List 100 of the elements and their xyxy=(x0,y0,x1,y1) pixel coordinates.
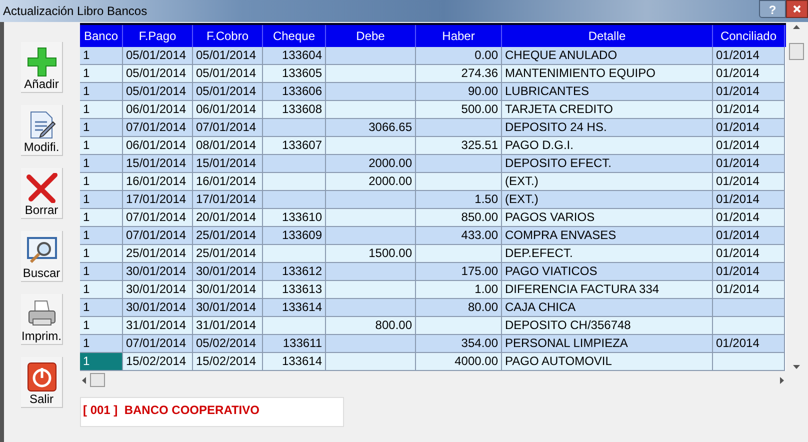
table-cell: 01/2014 xyxy=(713,65,785,83)
horizontal-scrollbar[interactable] xyxy=(80,371,786,389)
table-cell: 1 xyxy=(80,191,123,209)
table-cell: 1500.00 xyxy=(326,245,416,263)
toolbar-button[interactable]: Modifi. xyxy=(21,105,63,156)
table-cell: PAGO VIATICOS xyxy=(502,263,713,281)
table-cell: 15/01/2014 xyxy=(193,155,263,173)
table-cell: 274.36 xyxy=(416,65,502,83)
table-cell xyxy=(263,155,326,173)
table-cell: 01/2014 xyxy=(713,137,785,155)
table-cell: 133612 xyxy=(263,263,326,281)
table-cell: 30/01/2014 xyxy=(193,263,263,281)
table-cell: 15/02/2014 xyxy=(193,353,263,371)
table-cell: 2000.00 xyxy=(326,155,416,173)
table-cell: 1 xyxy=(80,317,123,335)
table-cell: 25/01/2014 xyxy=(123,245,193,263)
toolbar-button[interactable]: Buscar xyxy=(21,231,63,282)
table-cell: 08/01/2014 xyxy=(193,137,263,155)
table-cell: 01/2014 xyxy=(713,263,785,281)
table-cell xyxy=(713,299,785,317)
table-cell: 133613 xyxy=(263,281,326,299)
table-cell: 05/01/2014 xyxy=(193,47,263,65)
table-cell: DIFERENCIA FACTURA 334 xyxy=(502,281,713,299)
table-cell: 1 xyxy=(80,227,123,245)
table-cell xyxy=(713,317,785,335)
table-cell: 1 xyxy=(80,209,123,227)
table-cell: PAGOS VARIOS xyxy=(502,209,713,227)
table-cell: 05/01/2014 xyxy=(123,65,193,83)
table-cell xyxy=(263,119,326,137)
table-cell: 1.00 xyxy=(416,281,502,299)
table-cell: 1 xyxy=(80,335,123,353)
scroll-left-arrow-icon[interactable] xyxy=(82,376,86,384)
table-cell: 133604 xyxy=(263,47,326,65)
toolbar-button[interactable]: Salir xyxy=(21,357,63,408)
table-cell: CHEQUE ANULADO xyxy=(502,47,713,65)
table-cell: 31/01/2014 xyxy=(193,317,263,335)
table-cell: (EXT.) xyxy=(502,191,713,209)
table-cell: 01/2014 xyxy=(713,335,785,353)
table-cell: 133611 xyxy=(263,335,326,353)
toolbar-button[interactable]: Imprim. xyxy=(21,294,63,345)
table-cell: DEPOSITO 24 HS. xyxy=(502,119,713,137)
table-cell: 06/01/2014 xyxy=(123,101,193,119)
table-cell: LUBRICANTES xyxy=(502,83,713,101)
scroll-thumb[interactable] xyxy=(90,373,105,387)
table-cell: 06/01/2014 xyxy=(193,101,263,119)
close-button[interactable] xyxy=(786,0,808,18)
vertical-scrollbar[interactable] xyxy=(786,23,806,371)
table-cell: 1 xyxy=(80,83,123,101)
table-cell: 133614 xyxy=(263,353,326,371)
table-cell: 01/2014 xyxy=(713,281,785,299)
table-cell: 05/01/2014 xyxy=(123,47,193,65)
toolbar-button[interactable]: Añadir xyxy=(21,42,63,93)
plus-icon xyxy=(26,47,56,77)
table-cell: 01/2014 xyxy=(713,245,785,263)
table-cell: 25/01/2014 xyxy=(193,227,263,245)
table-cell: 850.00 xyxy=(416,209,502,227)
table-cell: 17/01/2014 xyxy=(123,191,193,209)
magnifier-window-icon xyxy=(26,236,58,266)
scroll-up-arrow-icon[interactable] xyxy=(792,25,800,29)
table-cell: 325.51 xyxy=(416,137,502,155)
table-cell: PERSONAL LIMPIEZA xyxy=(502,335,713,353)
table-cell: 133614 xyxy=(263,299,326,317)
table-cell: 05/02/2014 xyxy=(193,335,263,353)
table-cell: 3066.65 xyxy=(326,119,416,137)
table-cell: 06/01/2014 xyxy=(123,137,193,155)
table-cell: DEP.EFECT. xyxy=(502,245,713,263)
table-cell: 01/2014 xyxy=(713,209,785,227)
table-cell: 1 xyxy=(80,299,123,317)
toolbar-button[interactable]: Borrar xyxy=(21,168,63,219)
table-cell: 01/2014 xyxy=(713,101,785,119)
scroll-right-arrow-icon[interactable] xyxy=(780,376,784,384)
table-cell: 1 xyxy=(80,263,123,281)
table-cell: 90.00 xyxy=(416,83,502,101)
table-cell: (EXT.) xyxy=(502,173,713,191)
table-cell: 05/01/2014 xyxy=(193,83,263,101)
table-cell xyxy=(263,245,326,263)
table-cell: 133605 xyxy=(263,65,326,83)
table-cell xyxy=(263,317,326,335)
table-cell: 30/01/2014 xyxy=(123,299,193,317)
table-cell: 133609 xyxy=(263,227,326,245)
table-cell: 30/01/2014 xyxy=(123,263,193,281)
table-cell: 1 xyxy=(80,245,123,263)
window-title: Actualización Libro Bancos xyxy=(3,3,148,20)
table-cell: 31/01/2014 xyxy=(123,317,193,335)
table-cell: PAGO AUTOMOVIL xyxy=(502,353,713,371)
scroll-thumb[interactable] xyxy=(788,43,804,60)
table-cell: 4000.00 xyxy=(416,353,502,371)
table-cell xyxy=(263,173,326,191)
table-cell: 1 xyxy=(80,281,123,299)
table-cell: 80.00 xyxy=(416,299,502,317)
close-icon xyxy=(793,5,801,13)
table-cell: 1 xyxy=(80,137,123,155)
table-cell: 1 xyxy=(80,155,123,173)
table-cell: 01/2014 xyxy=(713,173,785,191)
table-cell: 1 xyxy=(80,47,123,65)
table-cell: TARJETA CREDITO xyxy=(502,101,713,119)
table-cell: 20/01/2014 xyxy=(193,209,263,227)
table-cell: DEPOSITO CH/356748 xyxy=(502,317,713,335)
table-cell: COMPRA ENVASES xyxy=(502,227,713,245)
scroll-down-arrow-icon[interactable] xyxy=(792,365,800,369)
